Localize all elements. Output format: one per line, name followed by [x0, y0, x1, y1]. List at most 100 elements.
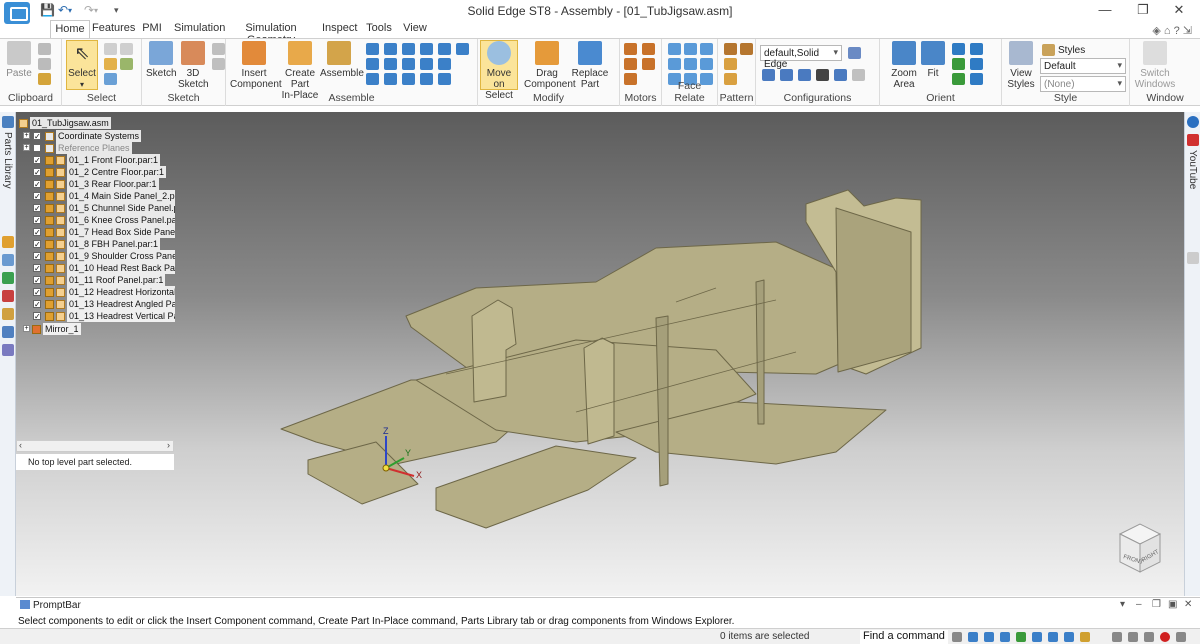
3d-sketch-button[interactable]: 3D Sketch: [178, 41, 209, 90]
style-select-2[interactable]: (None): [1040, 76, 1126, 92]
visibility-checkbox[interactable]: ✓: [33, 132, 41, 141]
section-status-icon[interactable]: [1064, 632, 1074, 642]
connect-icon[interactable]: [438, 43, 451, 55]
view-status-icon[interactable]: [1048, 632, 1058, 642]
prompt-bar-options-icon[interactable]: ▾: [1120, 599, 1125, 610]
prompt-bar-dock-icon[interactable]: ▣: [1168, 599, 1177, 610]
youtube-icon[interactable]: [1187, 134, 1199, 146]
record-icon[interactable]: [1160, 632, 1170, 642]
planar-align-icon[interactable]: [384, 43, 397, 55]
face-relate-6-icon[interactable]: [700, 58, 713, 70]
pan-icon[interactable]: [970, 43, 983, 55]
config-extra-icon[interactable]: [852, 69, 865, 81]
previous-view-icon[interactable]: [952, 73, 965, 85]
ground-icon[interactable]: [420, 73, 433, 85]
pattern-3-icon[interactable]: [724, 73, 737, 85]
cut-icon[interactable]: [38, 43, 51, 55]
replace-part-button[interactable]: Replace Part: [570, 41, 610, 90]
assembly-model[interactable]: Z X Y FRONT RIGHT: [16, 112, 1184, 596]
configuration-select[interactable]: default,Solid Edge: [760, 45, 842, 70]
panel-pin-icon[interactable]: [1187, 252, 1199, 264]
insert-component-button[interactable]: Insert Component: [230, 41, 282, 90]
help-icons[interactable]: ◈ ⌂ ? ⇲: [1152, 24, 1192, 37]
tab-home[interactable]: Home: [50, 20, 90, 39]
youtube-tab[interactable]: YouTube: [1187, 150, 1198, 189]
visibility-checkbox[interactable]: ✓: [33, 192, 41, 201]
zoom-status-icon[interactable]: [968, 632, 978, 642]
gear-relation-icon[interactable]: [420, 58, 433, 70]
path-icon[interactable]: [438, 73, 451, 85]
switch-windows-button[interactable]: Switch Windows: [1132, 41, 1178, 90]
mirror-icon[interactable]: [740, 43, 753, 55]
style-status-icon[interactable]: [1080, 632, 1090, 642]
capture-status-icon[interactable]: [1128, 632, 1138, 642]
alerts-tab-icon[interactable]: [2, 326, 14, 338]
rotate-status-icon[interactable]: [1016, 632, 1026, 642]
spin-icon[interactable]: [970, 58, 983, 70]
rotate-icon[interactable]: [952, 58, 965, 70]
face-relate-5-icon[interactable]: [684, 58, 697, 70]
mate-icon[interactable]: [366, 43, 379, 55]
select-box-icon[interactable]: [104, 58, 117, 70]
display-config-icon[interactable]: [762, 69, 775, 81]
axial-align-icon[interactable]: [402, 43, 415, 55]
insert-relation-icon[interactable]: [420, 43, 433, 55]
visibility-checkbox[interactable]: ✓: [33, 300, 41, 309]
assemble-button[interactable]: Assemble: [320, 41, 364, 79]
features-tab-icon[interactable]: [2, 254, 14, 266]
scroll-right-icon[interactable]: ›: [167, 440, 170, 450]
pan-status-icon[interactable]: [1000, 632, 1010, 642]
select-similar-icon[interactable]: [120, 58, 133, 70]
visibility-checkbox[interactable]: ✓: [33, 252, 41, 261]
pathfinder-horizontal-scrollbar[interactable]: ‹ ›: [16, 440, 174, 452]
tab-view[interactable]: View: [402, 22, 428, 39]
tangent-icon[interactable]: [384, 58, 397, 70]
styles-label[interactable]: Styles: [1058, 45, 1085, 56]
prompt-bar-restore-icon[interactable]: ❐: [1152, 599, 1161, 610]
zoom-icon[interactable]: [952, 43, 965, 55]
tab-inspect[interactable]: Inspect: [322, 22, 357, 39]
tab-simulation[interactable]: Simulation: [174, 22, 225, 39]
play-status-icon[interactable]: [1144, 632, 1154, 642]
styles-icon[interactable]: [1042, 44, 1055, 56]
maximize-button[interactable]: ❐: [1128, 2, 1158, 20]
select-tools-tab-icon[interactable]: [2, 290, 14, 302]
prompt-bar-minimize-icon[interactable]: –: [1136, 599, 1142, 610]
help-tab-icon[interactable]: [1187, 116, 1199, 128]
face-relate-2-icon[interactable]: [684, 43, 697, 55]
select-tool-icon[interactable]: [104, 43, 117, 55]
sketch-tool-icon[interactable]: [212, 43, 225, 55]
simulate-motor-icon[interactable]: [624, 58, 637, 70]
visibility-checkbox[interactable]: ✓: [33, 240, 41, 249]
camera-status-icon[interactable]: [1112, 632, 1122, 642]
style-select[interactable]: Default: [1040, 58, 1126, 74]
fit-status-icon[interactable]: [984, 632, 994, 642]
relation-extra-icon[interactable]: [456, 43, 469, 55]
expand-icon[interactable]: +: [23, 144, 30, 151]
reports-tab-icon[interactable]: [2, 308, 14, 320]
visibility-checkbox[interactable]: ✓: [33, 204, 41, 213]
search-icon[interactable]: [952, 632, 962, 642]
select-filter-icon[interactable]: [104, 73, 117, 85]
face-relate-4-icon[interactable]: [668, 58, 681, 70]
pathfinder-tab-icon[interactable]: [2, 116, 14, 128]
parallel-icon[interactable]: [438, 58, 451, 70]
face-relate-3-icon[interactable]: [700, 43, 713, 55]
motor-4-icon[interactable]: [624, 73, 637, 85]
face-relate-1-icon[interactable]: [668, 43, 681, 55]
copy-icon[interactable]: [38, 58, 51, 70]
visibility-checkbox[interactable]: ✓: [33, 180, 41, 189]
visibility-checkbox[interactable]: ✓: [33, 156, 41, 165]
match-cs-icon[interactable]: [366, 73, 379, 85]
view-cube[interactable]: FRONT RIGHT: [1118, 523, 1162, 573]
visibility-checkbox[interactable]: [33, 144, 41, 152]
parts-library-tab[interactable]: Parts Library: [2, 132, 13, 189]
prompt-bar-close-icon[interactable]: ✕: [1184, 599, 1192, 610]
sensors-tab-icon[interactable]: [2, 272, 14, 284]
move-on-select-button[interactable]: Move on Select: [480, 40, 518, 101]
spin-status-icon[interactable]: [1032, 632, 1042, 642]
hide-icon[interactable]: [798, 69, 811, 81]
show-icon[interactable]: [780, 69, 793, 81]
sketch-button[interactable]: Sketch: [146, 41, 177, 79]
teamcenter-tab-icon[interactable]: [2, 344, 14, 356]
